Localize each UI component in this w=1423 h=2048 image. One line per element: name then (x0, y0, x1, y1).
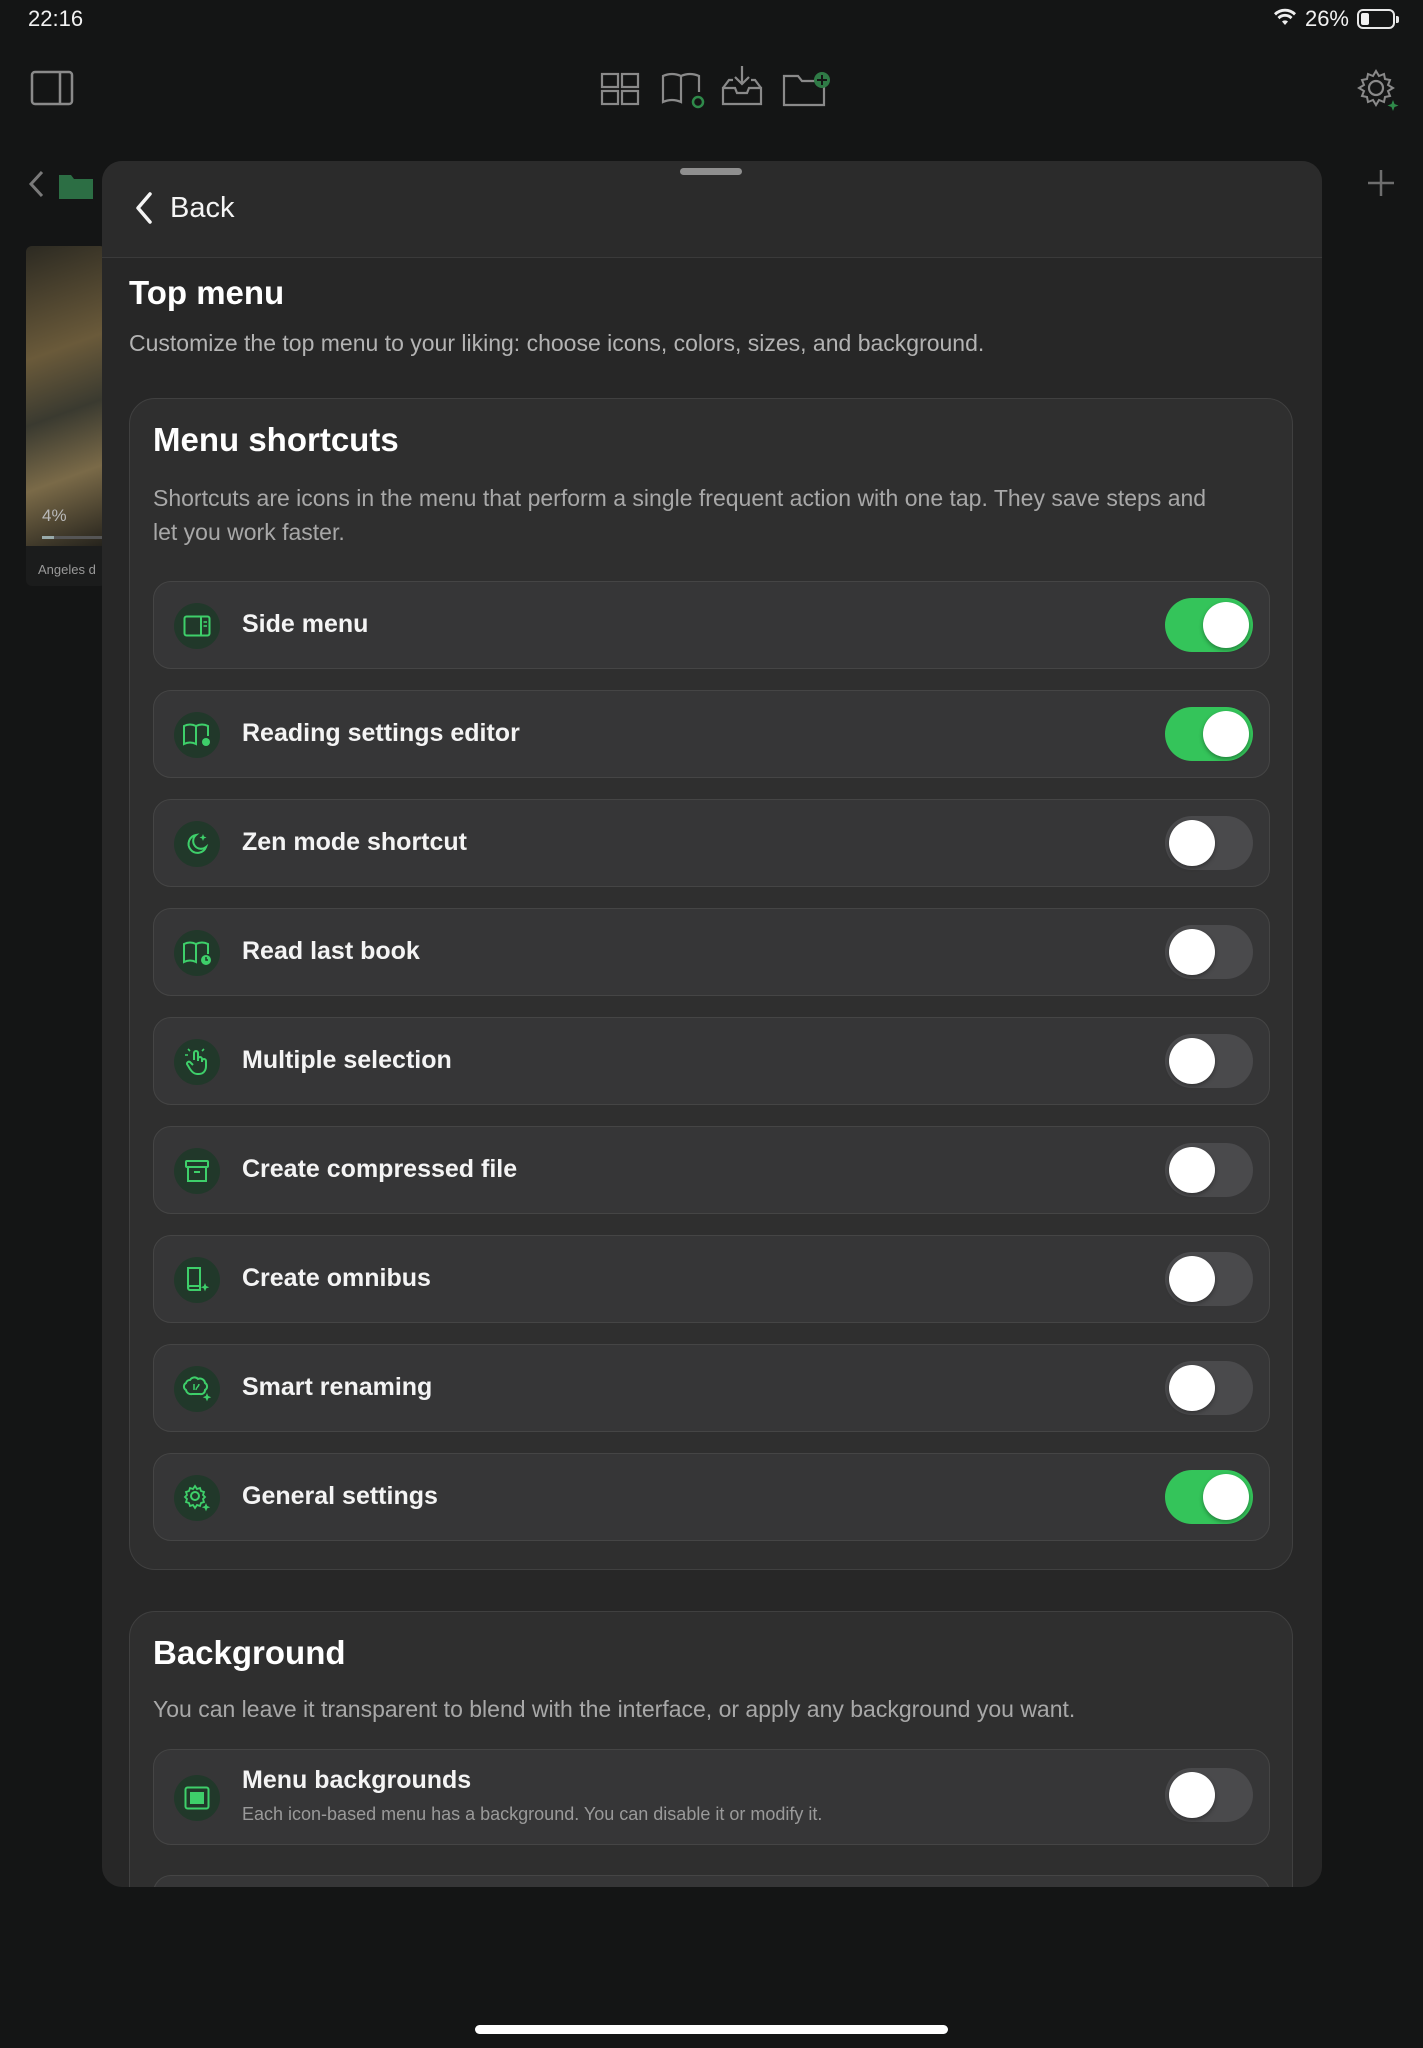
toggle-switch[interactable] (1165, 707, 1253, 761)
book-gear-icon (174, 712, 220, 758)
tap-hand-icon (174, 1039, 220, 1085)
status-indicators: 26% (1273, 6, 1399, 32)
book-clock-icon (174, 930, 220, 976)
toggle-switch[interactable] (1165, 598, 1253, 652)
back-label: Back (170, 191, 235, 224)
background-row-menu-backgrounds[interactable]: Menu backgrounds Each icon-based menu ha… (153, 1749, 1270, 1845)
page-subtitle: Customize the top menu to your liking: c… (129, 330, 985, 356)
chevron-left-icon (136, 192, 152, 224)
row-label: Reading settings editor (242, 719, 520, 747)
book-card[interactable]: 4% Angeles d (26, 246, 106, 586)
row-label: Side menu (242, 610, 369, 638)
row-label: Create omnibus (242, 1264, 431, 1292)
book-cover (26, 246, 106, 546)
toggle-switch[interactable] (1165, 925, 1253, 979)
section-description: You can leave it transparent to blend wi… (153, 1696, 1076, 1722)
row-label: Create compressed file (242, 1155, 518, 1183)
home-indicator (475, 2025, 948, 2034)
shortcut-row-reading-settings-editor[interactable]: Reading settings editor (153, 690, 1270, 778)
shortcut-row-smart-renaming[interactable]: Smart renaming (153, 1344, 1270, 1432)
shortcut-row-create-omnibus[interactable]: Create omnibus (153, 1235, 1270, 1323)
sheet-header: Back (102, 161, 1322, 258)
archive-box-icon (174, 1148, 220, 1194)
settings-gear-icon[interactable] (1356, 68, 1400, 112)
reading-settings-icon[interactable] (660, 70, 708, 110)
row-label: Smart renaming (242, 1373, 433, 1401)
toggle-switch[interactable] (1165, 1143, 1253, 1197)
brain-sparkle-icon (174, 1366, 220, 1412)
sidebar-toggle-icon[interactable] (30, 70, 74, 106)
row-sublabel: Each icon-based menu has a background. Y… (242, 1804, 823, 1824)
background-row-next[interactable] (153, 1875, 1270, 1887)
status-time: 22:16 (28, 6, 84, 31)
toggle-switch[interactable] (1165, 1361, 1253, 1415)
row-label: Menu backgrounds (242, 1766, 472, 1794)
shortcut-row-read-last-book[interactable]: Read last book (153, 908, 1270, 996)
row-label: Read last book (242, 937, 420, 965)
shortcut-row-general-settings[interactable]: General settings (153, 1453, 1270, 1541)
shortcut-row-zen-mode[interactable]: Zen mode shortcut (153, 799, 1270, 887)
toggle-switch[interactable] (1165, 1470, 1253, 1524)
book-progress: 4% (42, 506, 67, 525)
shortcut-row-multiple-selection[interactable]: Multiple selection (153, 1017, 1270, 1105)
toggle-switch[interactable] (1165, 1034, 1253, 1088)
moon-sparkle-icon (174, 821, 220, 867)
add-icon[interactable] (1366, 168, 1396, 203)
shortcut-row-side-menu[interactable]: Side menu (153, 581, 1270, 669)
sheet-grabber[interactable] (680, 168, 742, 175)
book-sparkle-icon (174, 1257, 220, 1303)
folder-icon (58, 172, 94, 205)
section-description: Shortcuts are icons in the menu that per… (153, 485, 1207, 545)
background-section: Background You can leave it transparent … (129, 1611, 1293, 1887)
wifi-icon (1273, 6, 1297, 32)
menu-shortcuts-section: Menu shortcuts Shortcuts are icons in th… (129, 398, 1293, 1570)
background-square-icon (174, 1775, 220, 1821)
toggle-switch[interactable] (1165, 1252, 1253, 1306)
back-button[interactable]: Back (134, 191, 234, 225)
row-label: General settings (242, 1482, 438, 1510)
battery-percent: 26% (1304, 6, 1349, 31)
settings-sheet: Back Top menu Customize the top menu to … (102, 161, 1322, 1887)
toggle-switch[interactable] (1165, 816, 1253, 870)
grid-view-icon[interactable] (600, 72, 640, 106)
battery-level (1361, 13, 1369, 25)
shortcut-row-create-compressed-file[interactable]: Create compressed file (153, 1126, 1270, 1214)
import-tray-icon[interactable] (720, 64, 764, 108)
gear-sparkle-icon (174, 1475, 220, 1521)
section-title: Menu shortcuts (153, 421, 399, 458)
new-folder-icon[interactable] (782, 70, 832, 108)
page-title: Top menu (129, 274, 285, 311)
side-menu-icon (174, 603, 220, 649)
book-progress-bar (42, 536, 102, 539)
row-label: Zen mode shortcut (242, 828, 468, 856)
toggle-switch[interactable] (1165, 1768, 1253, 1822)
row-label: Multiple selection (242, 1046, 452, 1074)
book-title: Angeles d (38, 562, 96, 577)
library-back-chevron-icon[interactable] (26, 168, 46, 205)
section-title: Background (153, 1634, 346, 1671)
battery-icon (1357, 9, 1399, 29)
